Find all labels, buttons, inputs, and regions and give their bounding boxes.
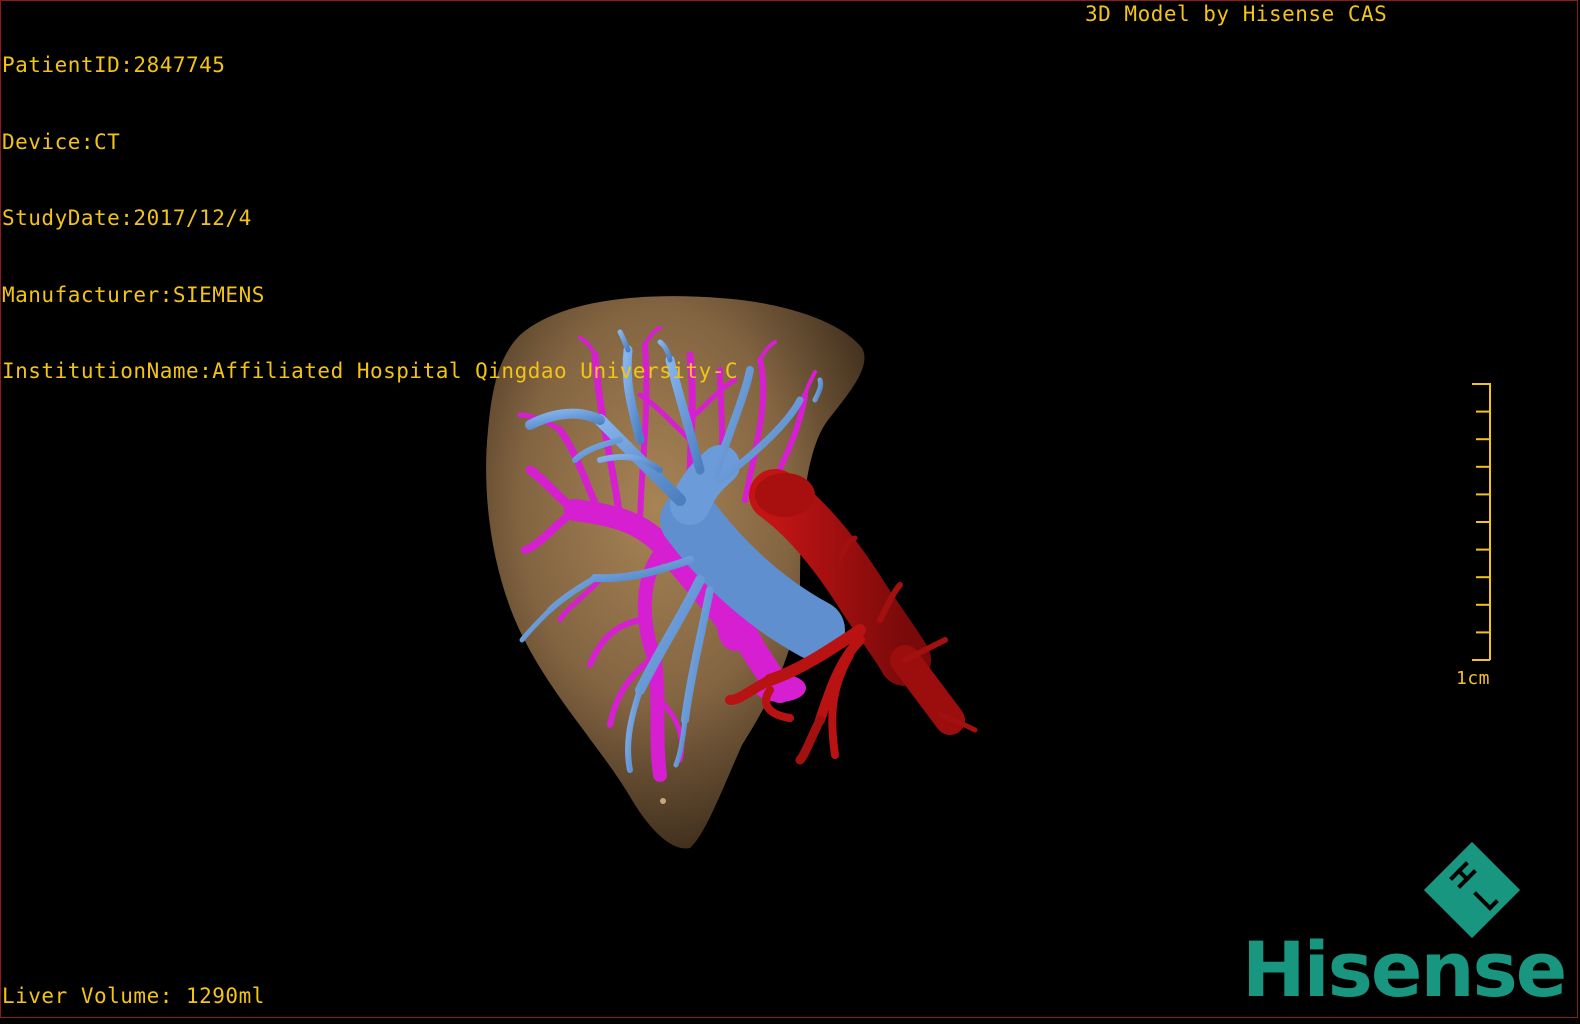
model-credit-label: 3D Model by Hisense CAS [1085,2,1388,26]
scale-bar [1472,383,1491,661]
liver-surface-speck [660,798,666,804]
institution-label: InstitutionName:Affiliated Hospital Qing… [2,359,739,383]
patient-id-label: PatientID:2847745 [2,53,226,77]
scale-bar-ticks [1472,383,1490,661]
study-date-label: StudyDate:2017/12/4 [2,206,252,230]
hisense-logo-text: Hisense [1242,925,1567,1014]
scale-bar-label: 1cm [1456,668,1491,689]
liver-volume-label: Liver Volume: 1290ml [2,984,265,1008]
device-label: Device:CT [2,129,121,154]
dicom-info-overlay: PatientID:2847745 Device:CT StudyDate:20… [2,2,738,410]
manufacturer-label: Manufacturer:SIEMENS [2,282,265,307]
